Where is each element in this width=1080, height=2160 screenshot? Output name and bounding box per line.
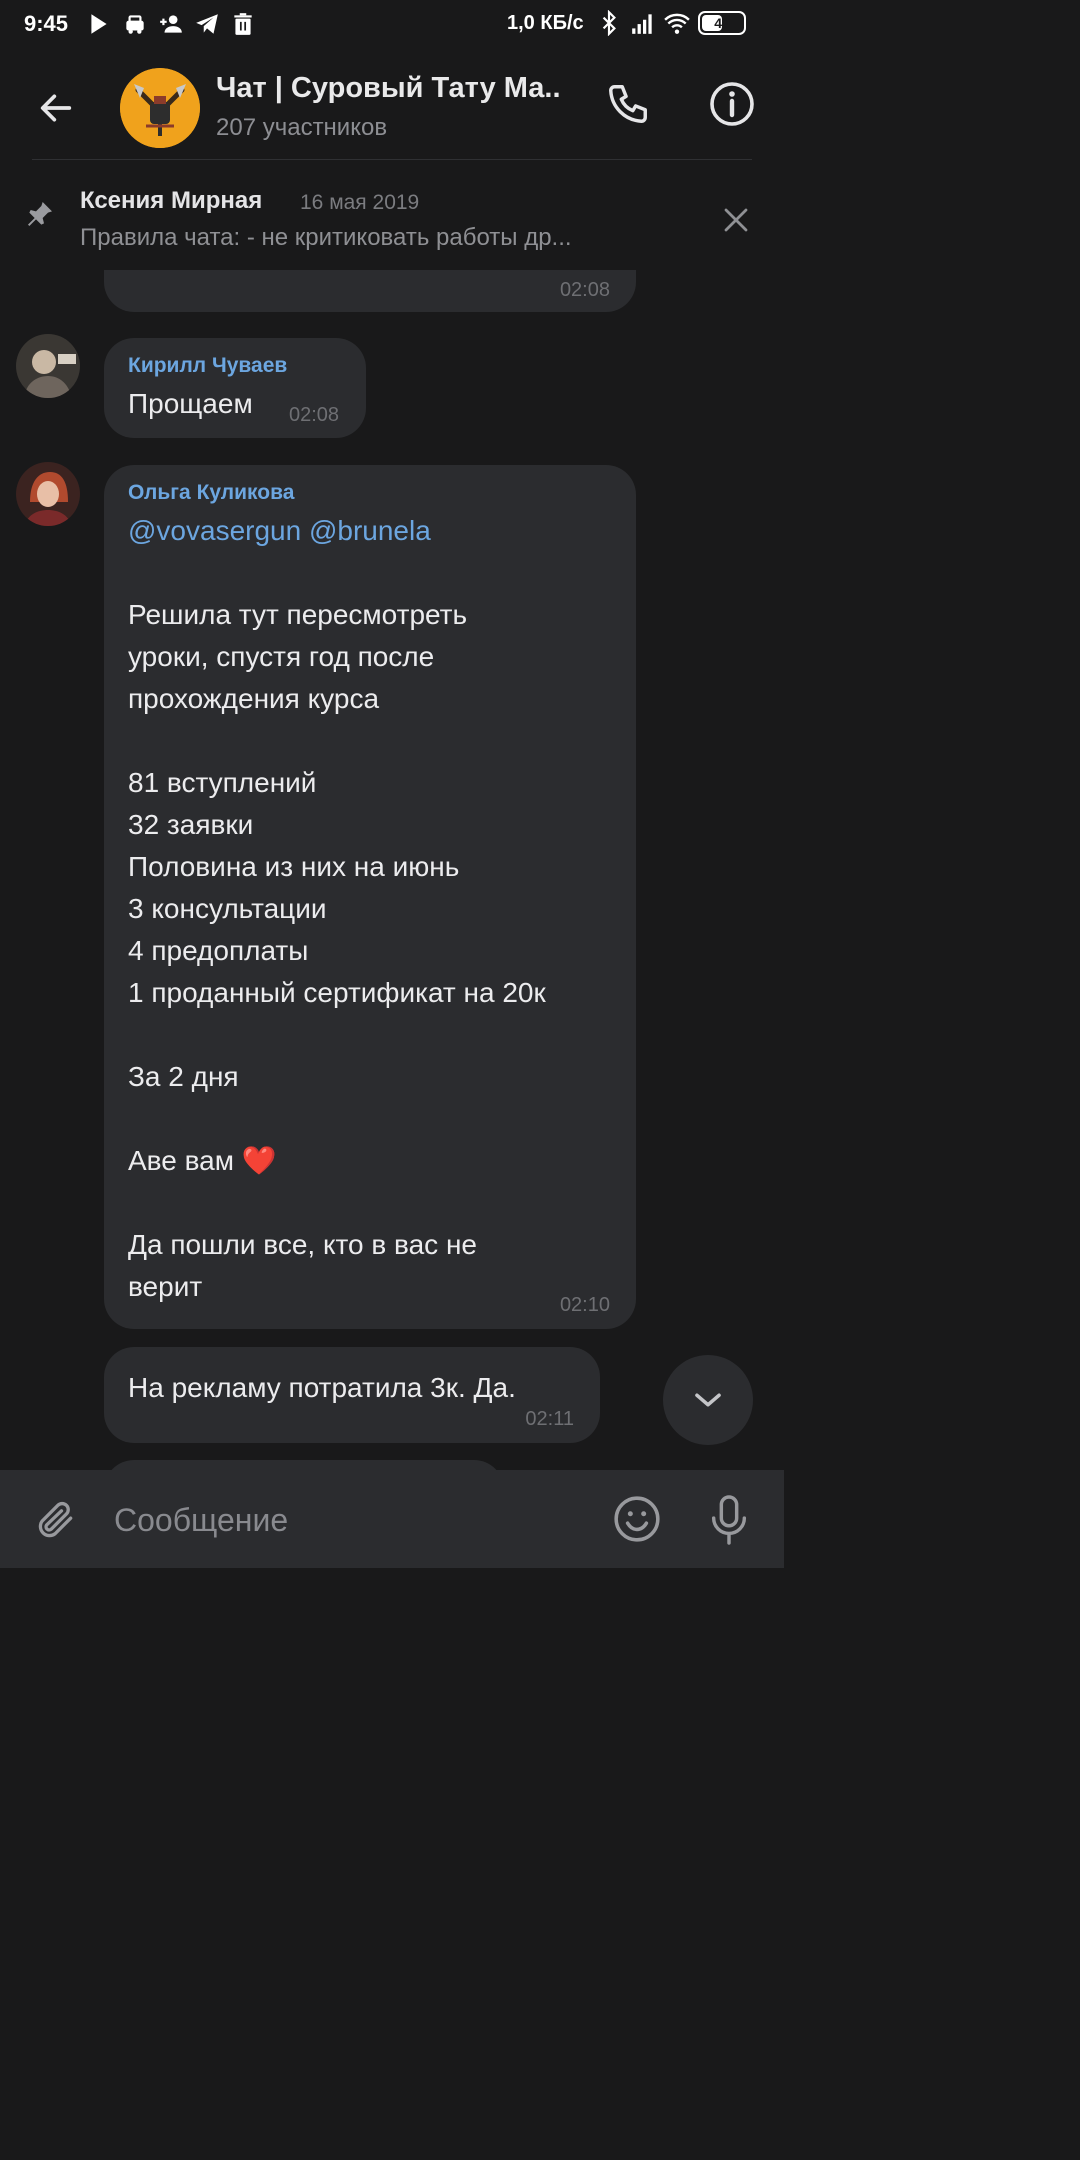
message-time: 02:11 bbox=[525, 1408, 574, 1430]
message-bubble[interactable]: 02:08 bbox=[104, 270, 636, 312]
system-icons: 49 bbox=[596, 10, 746, 36]
voice-message-button[interactable] bbox=[702, 1490, 756, 1550]
message-time: 02:08 bbox=[559, 279, 610, 301]
chat-header: Чат | Суровый Тату Ма.. 207 участников bbox=[0, 50, 784, 160]
network-speed: 1,0 КБ/с bbox=[507, 12, 584, 34]
smile-icon bbox=[614, 1496, 660, 1542]
pinned-date: 16 мая 2019 bbox=[300, 191, 420, 214]
scroll-down-button[interactable] bbox=[663, 1355, 753, 1445]
message-author[interactable]: Кирилл Чуваев bbox=[128, 354, 287, 378]
pinned-author: Ксения Мирная bbox=[80, 187, 263, 214]
user-photo bbox=[16, 334, 80, 398]
message-time: 02:08 bbox=[289, 404, 340, 426]
message-input[interactable] bbox=[114, 1498, 584, 1542]
car-icon bbox=[126, 15, 144, 34]
user-photo bbox=[16, 462, 80, 526]
bluetooth-icon bbox=[602, 10, 616, 36]
message-text: На рекламу потратила 3к. Да. bbox=[128, 1372, 516, 1403]
call-button[interactable] bbox=[600, 76, 656, 132]
message-list[interactable]: 02:08 Кирилл Чуваев Прощаем 02:08 Ольга … bbox=[0, 270, 784, 1470]
chevron-down-icon bbox=[695, 1393, 721, 1407]
emoji-button[interactable] bbox=[610, 1492, 664, 1546]
pinned-message[interactable]: Ксения Мирная 16 мая 2019 Правила чата: … bbox=[0, 160, 784, 270]
chat-avatar[interactable] bbox=[120, 68, 200, 148]
wifi-icon bbox=[664, 13, 690, 34]
arrow-left-icon bbox=[40, 94, 72, 122]
telegram-icon bbox=[196, 14, 218, 34]
participants-count: 207 участников bbox=[216, 114, 388, 141]
chat-title[interactable]: Чат | Суровый Тату Ма.. bbox=[216, 72, 586, 105]
message-text: Решила тут пересмотреть уроки, спустя го… bbox=[128, 599, 546, 1302]
message-bubble[interactable]: Ольга Куликова @vovasergun @brunela Реши… bbox=[104, 465, 636, 1329]
message-bubble[interactable] bbox=[104, 1460, 504, 1470]
attach-button[interactable] bbox=[30, 1494, 82, 1546]
battery-indicator: 49 bbox=[698, 11, 746, 35]
play-store-icon bbox=[91, 14, 107, 34]
message-composer bbox=[0, 1470, 784, 1568]
message-text: Прощаем bbox=[128, 388, 253, 419]
paperclip-icon bbox=[38, 1501, 73, 1538]
microphone-icon bbox=[711, 1495, 747, 1545]
unpin-button[interactable] bbox=[712, 196, 760, 244]
pin-icon bbox=[28, 202, 52, 226]
message-bubble[interactable]: Кирилл Чуваев Прощаем 02:08 bbox=[104, 338, 366, 438]
back-button[interactable] bbox=[28, 80, 84, 136]
trash-icon bbox=[234, 13, 252, 35]
message-mentions[interactable]: @vovasergun @brunela bbox=[128, 510, 431, 552]
pinned-text: Правила чата: - не критиковать работы др… bbox=[80, 224, 572, 251]
message-time: 02:10 bbox=[559, 1294, 610, 1316]
phone-icon bbox=[609, 85, 647, 123]
battery-level: 49 bbox=[714, 15, 730, 31]
close-icon bbox=[724, 208, 748, 232]
info-icon bbox=[710, 82, 754, 126]
notification-icons bbox=[86, 11, 256, 37]
status-bar: 9:45 1,0 КБ/с 49 bbox=[0, 0, 784, 50]
message-author[interactable]: Ольга Куликова bbox=[128, 481, 294, 505]
status-time: 9:45 bbox=[24, 11, 69, 36]
message-bubble[interactable]: На рекламу потратила 3к. Да. 02:11 bbox=[104, 1347, 600, 1443]
add-user-icon bbox=[160, 15, 182, 33]
tattoo-machine-logo bbox=[120, 68, 200, 148]
avatar[interactable] bbox=[16, 334, 80, 398]
info-button[interactable] bbox=[704, 76, 760, 132]
signal-icon bbox=[632, 14, 652, 34]
avatar[interactable] bbox=[16, 462, 80, 526]
